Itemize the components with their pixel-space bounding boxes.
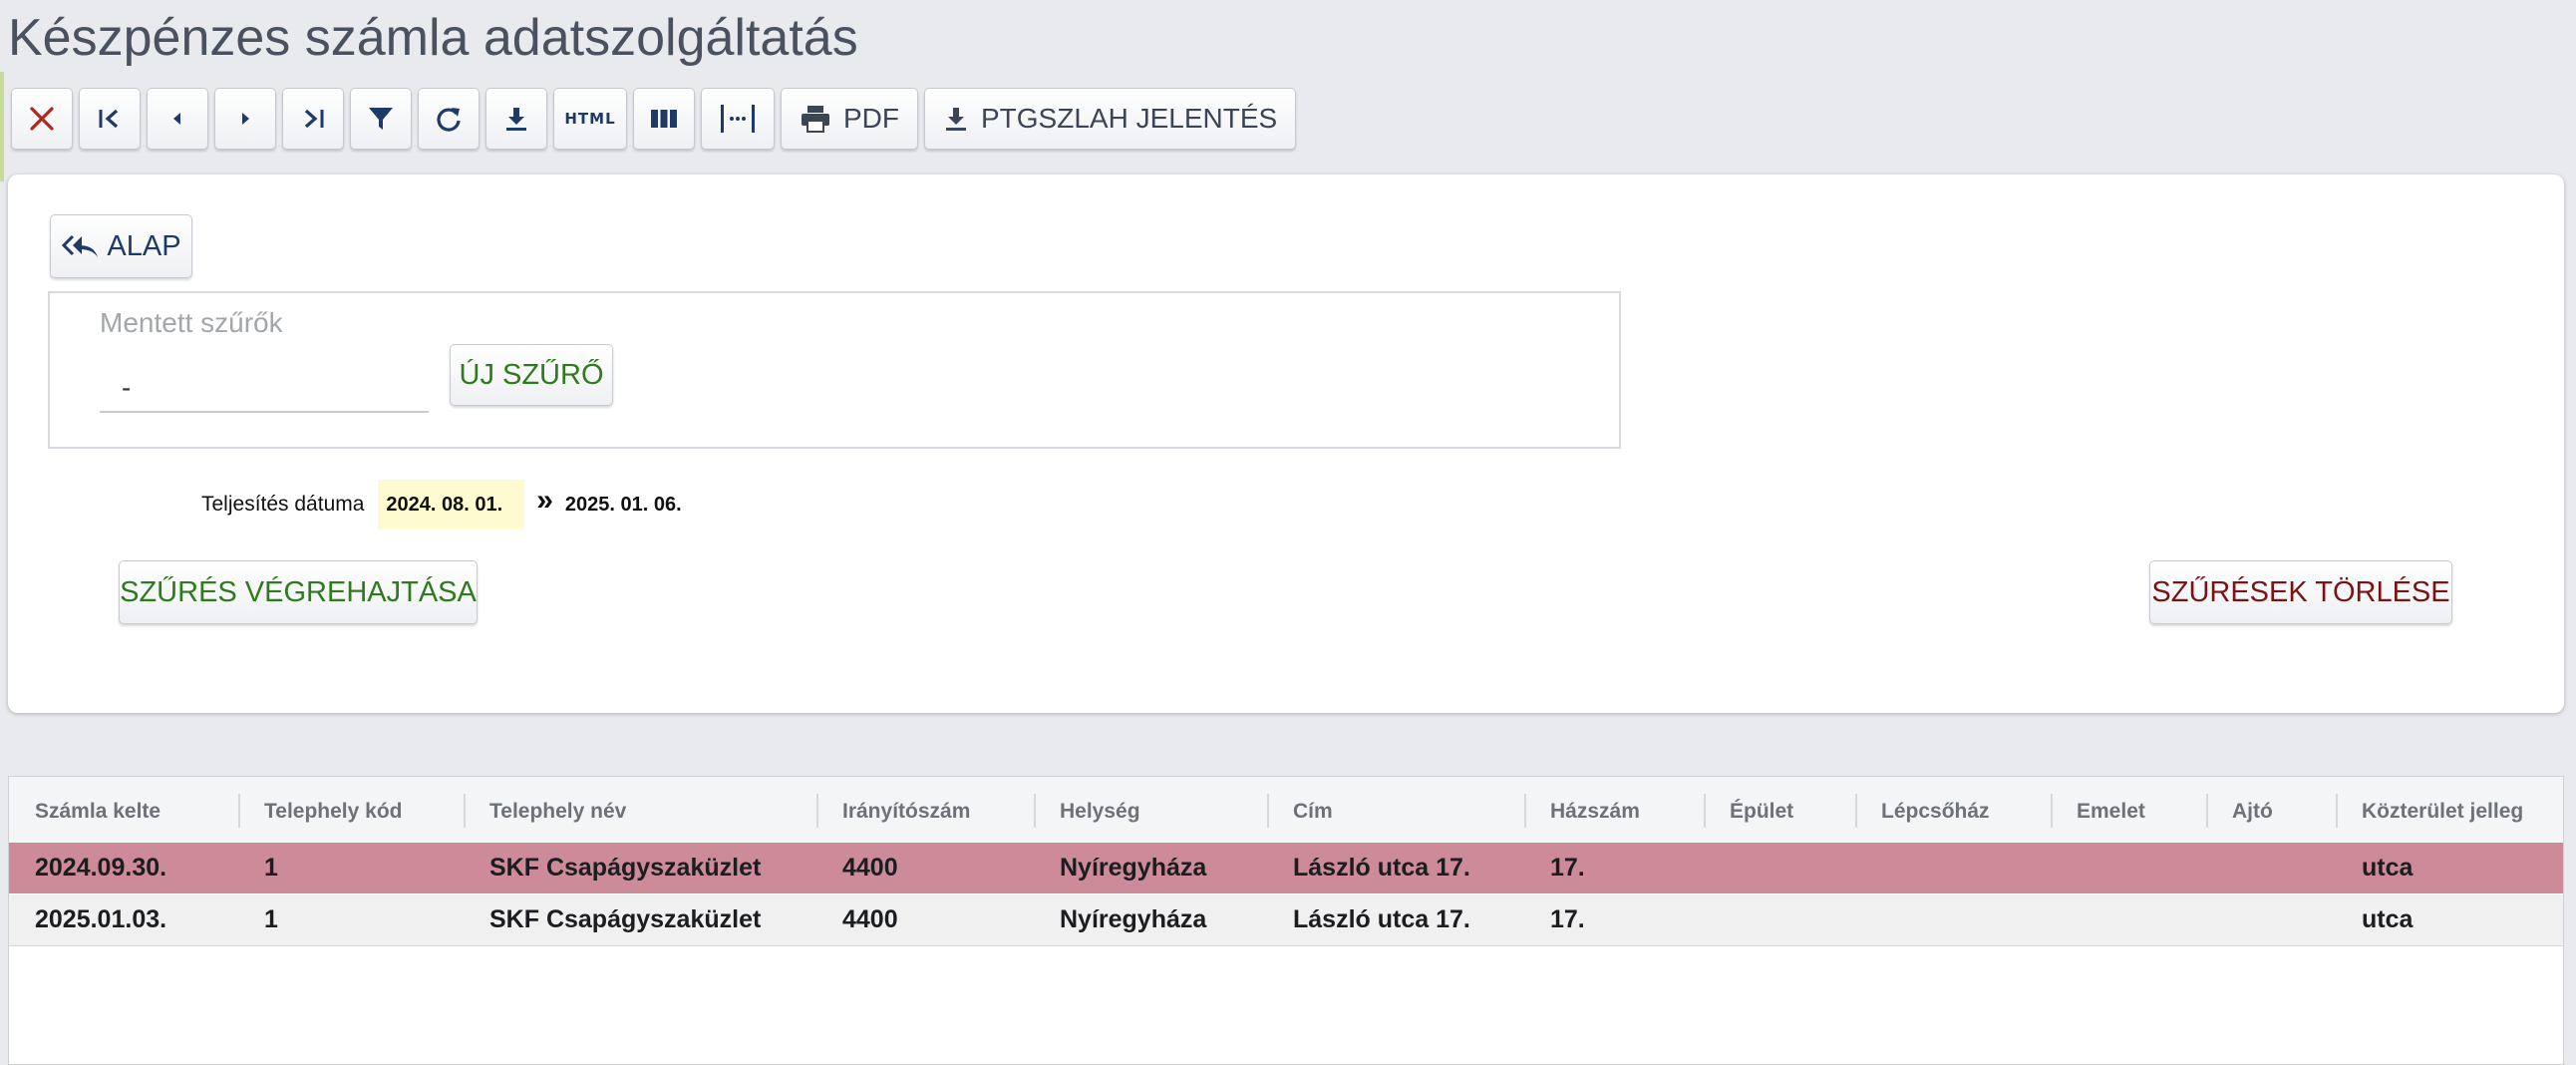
last-page-icon bbox=[304, 109, 324, 129]
ptgszlah-label: PTGSZLAH JELENTÉS bbox=[981, 103, 1278, 134]
cell-house-number: 17. bbox=[1550, 854, 1585, 882]
column-header[interactable]: Cím bbox=[1293, 795, 1333, 829]
execute-filter-button[interactable]: SZŰRÉS VÉGREHAJTÁSA bbox=[119, 560, 478, 624]
previous-page-button[interactable] bbox=[147, 88, 208, 150]
column-header[interactable]: Számla kelte bbox=[35, 795, 161, 829]
column-width-icon bbox=[721, 105, 755, 133]
cell-address: László utca 17. bbox=[1293, 905, 1470, 933]
column-divider[interactable] bbox=[238, 794, 240, 828]
column-header[interactable]: Telephely kód bbox=[264, 795, 402, 829]
page-title: Készpénzes számla adatszolgáltatás bbox=[8, 9, 858, 67]
column-header[interactable]: Helység bbox=[1060, 795, 1140, 829]
saved-filters-label: Mentett szűrők bbox=[100, 307, 283, 338]
columns-icon bbox=[651, 110, 677, 128]
filter-icon bbox=[369, 108, 393, 130]
cell-city: Nyíregyháza bbox=[1060, 905, 1207, 933]
close-icon bbox=[30, 107, 54, 131]
column-header[interactable]: Emelet bbox=[2077, 795, 2145, 829]
column-divider[interactable] bbox=[2336, 794, 2338, 828]
refresh-button[interactable] bbox=[418, 88, 480, 150]
cell-house-number: 17. bbox=[1550, 905, 1585, 933]
cell-invoice-date: 2024.09.30. bbox=[35, 854, 167, 882]
new-filter-button[interactable]: ÚJ SZŰRŐ bbox=[450, 344, 613, 406]
first-page-icon bbox=[99, 109, 119, 129]
saved-filters-box: Mentett szűrők - bbox=[48, 291, 1621, 449]
saved-filters-select[interactable]: - bbox=[100, 363, 429, 413]
column-header[interactable]: Lépcsőház bbox=[1881, 795, 1990, 829]
table-header: Számla kelte Telephely kód Telephely név… bbox=[9, 777, 2563, 845]
cell-site-code: 1 bbox=[264, 854, 278, 882]
date-from-input[interactable]: 2024. 08. 01. bbox=[378, 480, 525, 530]
html-export-button[interactable]: HTML bbox=[553, 88, 627, 150]
cell-site-name: SKF Csapágyszaküzlet bbox=[489, 905, 762, 933]
last-page-button[interactable] bbox=[282, 88, 344, 150]
cell-postal-code: 4400 bbox=[842, 854, 898, 882]
cell-city: Nyíregyháza bbox=[1060, 854, 1207, 882]
column-header[interactable]: Közterület jelleg bbox=[2362, 795, 2523, 829]
html-icon: HTML bbox=[564, 110, 616, 128]
clear-filters-button[interactable]: SZŰRÉSEK TÖRLÉSE bbox=[2149, 560, 2452, 624]
column-divider[interactable] bbox=[2206, 794, 2208, 828]
cell-site-code: 1 bbox=[264, 905, 278, 933]
download-button[interactable] bbox=[485, 88, 547, 150]
column-divider[interactable] bbox=[816, 794, 818, 828]
column-header[interactable]: Házszám bbox=[1550, 795, 1640, 829]
download-icon bbox=[506, 108, 526, 131]
date-to-input[interactable]: 2025. 01. 06. bbox=[565, 494, 682, 517]
alap-button[interactable]: ALAP bbox=[50, 214, 192, 278]
column-divider[interactable] bbox=[1704, 794, 1706, 828]
table-row[interactable]: 2025.01.03. 1 SKF Csapágyszaküzlet 4400 … bbox=[9, 894, 2563, 946]
date-label: Teljesítés dátuma bbox=[201, 493, 365, 516]
column-divider[interactable] bbox=[1855, 794, 1857, 828]
pdf-label: PDF bbox=[843, 103, 899, 134]
column-divider[interactable] bbox=[1524, 794, 1526, 828]
filter-panel: ALAP Mentett szűrők - ÚJ SZŰRŐ Teljesíté… bbox=[8, 175, 2564, 713]
next-icon bbox=[242, 113, 249, 125]
reply-all-icon bbox=[62, 234, 99, 257]
cell-street-type: utca bbox=[2362, 905, 2414, 933]
column-header[interactable]: Ajtó bbox=[2232, 795, 2273, 829]
cell-invoice-date: 2025.01.03. bbox=[35, 905, 167, 933]
columns-button[interactable] bbox=[633, 88, 695, 150]
refresh-icon bbox=[437, 108, 461, 132]
column-header[interactable]: Irányítószám bbox=[842, 795, 970, 829]
alap-label: ALAP bbox=[107, 229, 181, 262]
column-divider[interactable] bbox=[1034, 794, 1036, 828]
data-table: Számla kelte Telephely kód Telephely név… bbox=[8, 776, 2564, 1065]
column-divider[interactable] bbox=[2051, 794, 2053, 828]
download-icon bbox=[946, 108, 966, 131]
column-header[interactable]: Épület bbox=[1730, 795, 1793, 829]
column-divider[interactable] bbox=[464, 794, 466, 828]
column-width-button[interactable] bbox=[701, 88, 775, 150]
cell-postal-code: 4400 bbox=[842, 905, 898, 933]
column-header[interactable]: Telephely név bbox=[489, 795, 626, 829]
printer-icon bbox=[802, 106, 829, 133]
cell-street-type: utca bbox=[2362, 854, 2414, 882]
cell-address: László utca 17. bbox=[1293, 854, 1470, 882]
date-filter-row: Teljesítés dátuma 2024. 08. 01. » 2025. … bbox=[201, 480, 682, 530]
filter-button[interactable] bbox=[350, 88, 412, 150]
table-row[interactable]: 2024.09.30. 1 SKF Csapágyszaküzlet 4400 … bbox=[9, 843, 2563, 893]
next-page-button[interactable] bbox=[214, 88, 276, 150]
cell-site-name: SKF Csapágyszaküzlet bbox=[489, 854, 762, 882]
toolbar: HTML PDF PTGSZLAH JELENTÉS bbox=[11, 88, 1297, 154]
previous-icon bbox=[173, 113, 180, 125]
first-page-button[interactable] bbox=[79, 88, 141, 150]
close-button[interactable] bbox=[11, 88, 73, 150]
pdf-button[interactable]: PDF bbox=[781, 88, 918, 150]
left-accent-bar bbox=[0, 72, 4, 181]
column-divider[interactable] bbox=[1267, 794, 1269, 828]
date-range-separator: » bbox=[536, 484, 553, 517]
ptgszlah-report-button[interactable]: PTGSZLAH JELENTÉS bbox=[924, 88, 1297, 150]
